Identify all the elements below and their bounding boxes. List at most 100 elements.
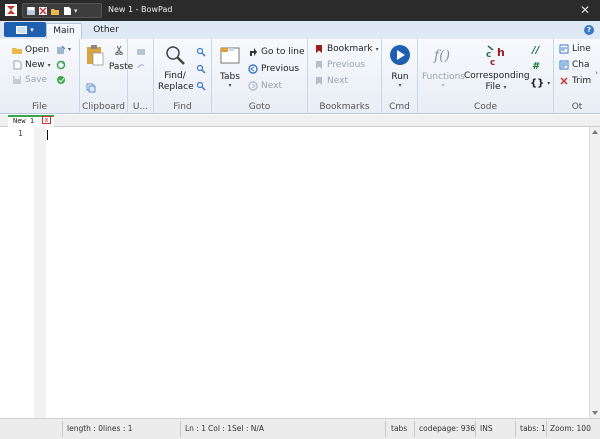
find-selection-icon[interactable] [196,81,206,91]
status-separator [475,421,476,437]
go-to-line-label: Go to line [261,47,305,57]
save-all-icon[interactable] [56,75,66,85]
open-folder-icon [12,48,22,54]
group-goto-label: Goto [248,102,271,112]
status-zoom[interactable]: Zoom: 100 [550,424,591,433]
group-bookmarks: Bookmark ▾ Previous Next Bookmarks [308,39,382,114]
go-to-line-icon [250,48,257,56]
find-previous-icon[interactable] [196,64,206,74]
close-window-button[interactable]: ✕ [580,3,590,17]
preprocessor-button[interactable]: # [532,61,539,72]
status-tabs-mode[interactable]: tabs [391,424,407,433]
svg-text:h: h [497,46,505,59]
tab-other[interactable]: Other [88,23,124,39]
svg-text:c: c [490,58,495,66]
go-to-line-button[interactable]: Go to line [248,47,304,57]
svg-text:f(): f() [433,48,450,64]
bookmark-button[interactable]: Bookmark ▾ [314,44,379,54]
chevron-down-icon: ▾ [503,84,507,91]
change-case-icon [559,60,569,70]
cut-icon[interactable] [114,45,124,55]
chevron-down-icon: ▾ [547,80,551,87]
goto-next-button[interactable]: Next [248,81,282,91]
close-document-icon[interactable] [38,6,48,16]
group-find-label: Find [173,102,192,112]
corresponding-file-button[interactable]: chc Corresponding File ▾ [464,44,530,93]
save-as-icon[interactable] [56,45,66,55]
text-editor[interactable]: 1 [0,127,589,418]
tabs-button[interactable]: Tabs ▾ [218,44,242,89]
line-endings-icon [559,44,569,54]
help-icon[interactable]: ? [584,25,594,35]
new-button[interactable]: New ▾ [12,60,51,70]
document-tab-label: New 1 [13,117,35,125]
run-icon [390,45,410,65]
change-button[interactable]: Cha [559,60,590,70]
function-icon: f() [433,48,450,64]
scroll-up-arrow-icon[interactable] [592,130,598,134]
corresponding-file-label-line2: File [485,82,501,92]
chevron-down-icon: ▾ [30,25,34,34]
customize-toolbar-caret[interactable]: ▾ [74,6,84,16]
bowpad-app-icon[interactable] [5,4,17,16]
group-cmd: Run ▾ Cmd [382,39,418,114]
trim-label: Trim [572,76,592,86]
open-folder-icon[interactable] [50,6,60,16]
status-separator [180,421,181,437]
functions-button[interactable]: f() Functions ▾ [422,44,465,89]
save-icon[interactable] [26,6,36,16]
goto-previous-button[interactable]: Previous [248,64,299,74]
application-menu-button[interactable]: ▾ [4,22,46,37]
copy-icon[interactable] [86,83,96,93]
trim-icon [560,77,568,85]
status-insert-mode[interactable]: INS [480,424,493,433]
new-document-icon[interactable] [62,6,72,16]
tabs-icon [220,47,240,64]
reload-icon[interactable] [56,60,66,70]
group-other-label: Ot [571,102,583,112]
find-replace-button[interactable]: Find/ Replace [158,44,194,93]
group-find: Find/ Replace Find [154,39,212,114]
braces-label: {} [530,78,545,89]
close-tab-icon[interactable]: x [42,116,51,124]
goto-previous-label: Previous [261,64,300,74]
line-label: Line [572,44,591,54]
group-bookmarks-label: Bookmarks [319,102,370,112]
bookmark-previous-icon [316,61,322,69]
vertical-scrollbar[interactable] [589,127,600,418]
comment-button[interactable]: // [532,45,539,56]
title-bar: ▾ New 1 - BowPad ✕ [0,0,600,21]
group-code: f() Functions ▾ chc Corresponding File ▾… [418,39,554,114]
status-selection: Sel : N/A [232,424,265,433]
bookmark-next-button[interactable]: Next [314,76,348,86]
tab-main[interactable]: Main [46,23,82,39]
group-file: Open New ▾ Save ▾ File [0,39,80,114]
redo-icon[interactable] [136,61,146,71]
run-label: Run [391,72,409,82]
fold-margin[interactable] [34,127,46,418]
chevron-down-icon: ▾ [47,61,51,69]
paste-button[interactable]: Paste [84,44,133,72]
group-undo-label: U... [132,102,149,112]
ribbon-scroll-right-icon[interactable]: › [595,69,598,77]
line-button[interactable]: Line [559,44,591,54]
trim-button[interactable]: Trim [559,76,591,86]
bookmark-previous-button[interactable]: Previous [314,60,365,70]
status-line: Ln : 1 [185,424,206,433]
open-button[interactable]: Open [12,45,49,55]
status-separator [515,421,516,437]
run-button[interactable]: Run ▾ [388,44,412,89]
braces-button[interactable]: {} ▾ [530,78,550,89]
group-undo: U... [128,39,154,114]
undo-icon[interactable] [136,47,146,57]
magnifier-icon [166,46,185,65]
line-number: 1 [18,129,23,138]
find-next-icon[interactable] [196,47,206,57]
group-file-label: File [31,102,48,112]
group-cmd-label: Cmd [389,102,410,112]
status-codepage[interactable]: codepage: 936 [419,424,475,433]
group-clipboard-label: Clipboard [82,102,125,112]
scroll-down-arrow-icon[interactable] [592,411,598,415]
save-button[interactable]: Save [12,75,47,85]
chevron-down-icon[interactable]: ▾ [68,46,71,53]
